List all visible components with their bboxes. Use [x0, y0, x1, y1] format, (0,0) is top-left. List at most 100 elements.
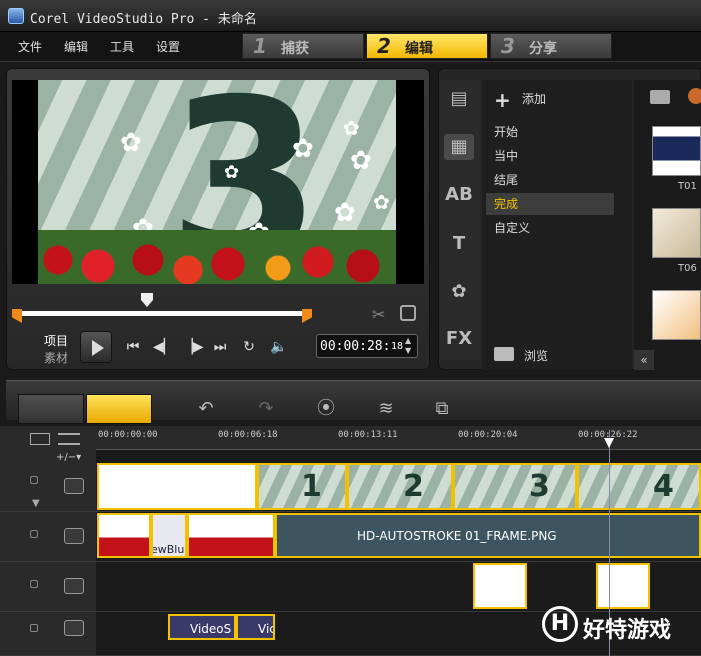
overlay-track-icon [64, 528, 84, 544]
menu-tools[interactable]: 工具 [110, 38, 134, 55]
video-number: 3 [529, 469, 550, 504]
category-end[interactable]: 结尾 [486, 169, 614, 191]
storyboard-view-button[interactable] [18, 394, 84, 424]
flower-icon: ✿ [120, 128, 142, 158]
category-start[interactable]: 开始 [486, 121, 614, 143]
app-icon [8, 8, 24, 24]
ruler-tick: 00:00:06:18 [218, 430, 278, 440]
home-icon[interactable]: ⏮ [124, 339, 142, 355]
trim-bar[interactable] [20, 311, 306, 316]
auto-music-icon[interactable]: ⧉ [430, 398, 454, 420]
fx-icon[interactable]: FX [444, 326, 474, 352]
chapter-list-icon[interactable] [58, 433, 80, 445]
menu-settings[interactable]: 设置 [156, 38, 180, 55]
roses-border-graphic [38, 230, 396, 284]
video-clip[interactable]: 4 [577, 463, 701, 510]
overlay-clip[interactable] [596, 563, 650, 609]
step-capture[interactable]: 1 捕获 [242, 33, 364, 59]
menu-edit[interactable]: 编辑 [64, 38, 88, 55]
step-share[interactable]: 3 分享 [490, 33, 612, 59]
video-number: 2 [403, 469, 424, 504]
template-thumbnail-t06[interactable] [652, 208, 701, 258]
title-track-icon [64, 620, 84, 636]
lock-icon[interactable] [30, 624, 38, 632]
browse-button[interactable]: 浏览 [524, 347, 548, 364]
repeat-icon[interactable]: ↻ [240, 339, 258, 355]
text-icon[interactable]: T [444, 231, 474, 257]
category-custom[interactable]: 自定义 [486, 217, 614, 239]
thumbnail-label: T01 [678, 181, 697, 192]
template-thumbnail-t01[interactable] [652, 126, 701, 176]
ab-transition-icon[interactable]: AB [444, 182, 474, 208]
add-button[interactable]: 添加 [522, 90, 546, 107]
step-share-number: 3 [501, 34, 515, 58]
mode-clip-label[interactable]: 素材 [44, 349, 68, 366]
folder-icon[interactable] [650, 90, 670, 104]
overlay-clip[interactable] [473, 563, 527, 609]
overlay-clip[interactable] [97, 513, 151, 558]
flower-icon: ✿ [292, 134, 314, 164]
thumbnail-label: T06 [678, 263, 697, 274]
video-number: 1 [301, 469, 322, 504]
flower-icon: ✿ [224, 162, 240, 183]
mode-project-label[interactable]: 项目 [44, 332, 68, 349]
overlay-track-2-icon [64, 578, 84, 594]
video-clip[interactable]: 2 [347, 463, 453, 510]
title-icon[interactable]: ▦ [444, 134, 474, 160]
lock-icon[interactable] [30, 530, 38, 538]
film-reel-icon[interactable] [688, 88, 701, 104]
ruler-tick: 00:00:13:11 [338, 430, 398, 440]
window-title: Corel VideoStudio Pro - 未命名 [30, 12, 257, 27]
redo-icon[interactable]: ↷ [254, 398, 278, 420]
add-icon[interactable]: + [494, 88, 511, 112]
audio-mixer-icon[interactable]: ≋ [374, 398, 398, 420]
ruler-tick: 00:00:20:04 [458, 430, 518, 440]
play-button[interactable] [80, 331, 112, 363]
browse-icon[interactable] [494, 347, 514, 361]
library-tab-column [440, 80, 480, 360]
expand-track-icon[interactable]: ▼ [32, 498, 40, 509]
title-clip[interactable]: VideoS [168, 614, 236, 640]
overlay-clip[interactable]: ewBlu [151, 513, 187, 558]
timecode-stepper[interactable]: ▲ ▼ [405, 336, 415, 356]
video-clip[interactable] [97, 463, 257, 510]
previous-frame-icon[interactable]: ◀▏ [153, 339, 175, 355]
lock-icon[interactable] [30, 476, 38, 484]
step-edit[interactable]: 2 编辑 [366, 33, 488, 59]
flower-icon: ✿ [343, 116, 360, 140]
end-icon[interactable]: ⏭ [211, 339, 229, 355]
overlay-clip-label: HD-AUTOSTROKE 01_FRAME.PNG [357, 529, 557, 543]
timecode-frames: 18 [391, 341, 404, 352]
title-clip[interactable]: Vic [236, 614, 275, 640]
undo-icon[interactable]: ↶ [194, 398, 218, 420]
step-share-label: 分享 [529, 41, 557, 57]
step-capture-number: 1 [253, 34, 267, 58]
enlarge-preview-icon[interactable] [400, 305, 416, 321]
overlay-clip-label: ewBlu [151, 543, 185, 556]
timeline-view-button[interactable] [86, 394, 152, 424]
watermark-text: 好特游戏 [583, 618, 672, 643]
step-edit-label: 编辑 [405, 41, 433, 57]
overlay-clip[interactable] [187, 513, 275, 558]
graphics-icon[interactable]: ✿ [444, 279, 474, 305]
video-track-icon [64, 478, 84, 494]
flower-icon: ✿ [350, 146, 372, 176]
timecode-value: 00:00:28: [320, 339, 391, 354]
scissors-icon[interactable]: ✂ [372, 305, 385, 324]
track-manager-icon[interactable] [30, 433, 50, 445]
record-capture-icon[interactable]: ⦿ [314, 398, 338, 420]
template-thumbnail-3[interactable] [652, 290, 701, 340]
lock-icon[interactable] [30, 580, 38, 588]
collapse-library-button[interactable]: « [634, 350, 654, 370]
category-middle[interactable]: 当中 [486, 145, 614, 167]
volume-icon[interactable]: 🔈 [270, 339, 288, 355]
video-clip[interactable]: 1 [257, 463, 347, 510]
category-complete[interactable]: 完成 [486, 193, 614, 215]
overlay-clip-frame[interactable]: HD-AUTOSTROKE 01_FRAME.PNG [275, 513, 701, 558]
video-clip[interactable]: 3 [453, 463, 577, 510]
video-library-icon[interactable]: ▤ [444, 86, 474, 112]
menu-file[interactable]: 文件 [18, 38, 42, 55]
next-frame-icon[interactable]: ▕▶ [182, 339, 204, 355]
title-clip-label: VideoS [190, 622, 232, 636]
title-clip-label: Vic [258, 622, 275, 636]
